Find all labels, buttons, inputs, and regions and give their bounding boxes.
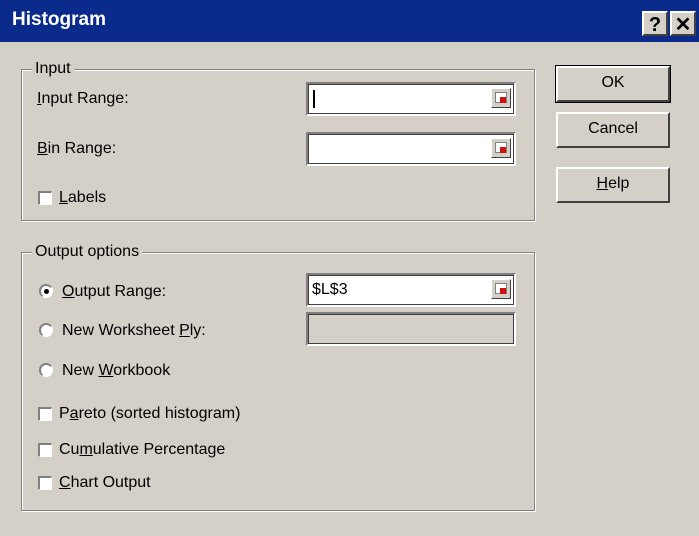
cumulative-percentage-label[interactable]: Cumulative Percentage xyxy=(59,440,225,460)
chart-output-label[interactable]: Chart Output xyxy=(59,473,151,493)
pareto-label[interactable]: Pareto (sorted histogram) xyxy=(59,404,240,424)
new-worksheet-field[interactable] xyxy=(306,312,516,346)
collapse-dialog-icon[interactable] xyxy=(491,138,511,158)
ok-button[interactable]: OK xyxy=(555,65,671,103)
output-range-radio[interactable] xyxy=(39,284,53,298)
labels-checkbox[interactable] xyxy=(38,191,52,205)
new-workbook-radio[interactable] xyxy=(39,363,53,377)
collapse-dialog-icon[interactable] xyxy=(491,88,511,108)
bin-range-label: Bin Range: xyxy=(37,140,117,157)
close-button[interactable]: ✕ xyxy=(670,11,696,36)
input-range-label: Input Range: xyxy=(37,90,129,107)
help-button[interactable]: Help xyxy=(556,167,670,203)
help-title-button[interactable]: ? xyxy=(642,11,668,36)
collapse-dialog-icon[interactable] xyxy=(491,279,511,299)
output-group-legend: Output options xyxy=(32,243,143,261)
output-range-field[interactable]: $L$3 xyxy=(306,273,516,307)
new-worksheet-label[interactable]: New Worksheet Ply: xyxy=(62,321,206,341)
labels-checkbox-label[interactable]: Labels xyxy=(59,188,106,208)
chart-output-checkbox[interactable] xyxy=(38,476,52,490)
new-worksheet-radio[interactable] xyxy=(39,323,53,337)
text-caret xyxy=(313,90,315,108)
pareto-checkbox[interactable] xyxy=(38,407,52,421)
cumulative-percentage-checkbox[interactable] xyxy=(38,443,52,457)
input-range-field[interactable] xyxy=(306,82,516,116)
cancel-button[interactable]: Cancel xyxy=(556,112,670,148)
window-title: Histogram xyxy=(12,9,106,30)
new-workbook-label[interactable]: New Workbook xyxy=(62,361,170,381)
output-range-label[interactable]: Output Range: xyxy=(62,282,166,302)
title-bar[interactable]: Histogram ? ✕ xyxy=(0,0,699,42)
bin-range-field[interactable] xyxy=(306,132,516,166)
input-group-legend: Input xyxy=(32,60,74,78)
histogram-dialog: Histogram ? ✕ Input Input Range: Bin Ran… xyxy=(0,0,699,536)
